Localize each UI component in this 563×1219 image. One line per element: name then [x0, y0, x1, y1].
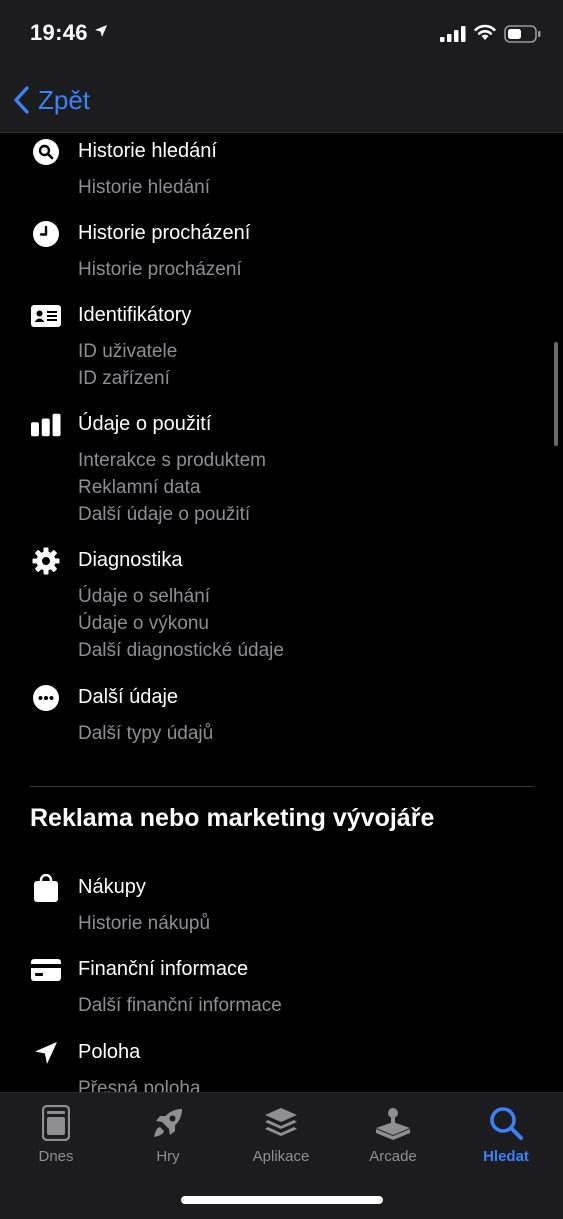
tab-search[interactable]: Hledat — [450, 1093, 562, 1183]
location-icon — [31, 1038, 61, 1068]
tab-label: Aplikace — [252, 1148, 310, 1165]
data-type-item: ID zařízení — [78, 368, 170, 389]
category-title: Poloha — [78, 1041, 141, 1063]
data-type-item: Další finanční informace — [78, 995, 282, 1016]
category-title: Další údaje — [78, 686, 179, 708]
battery-icon — [504, 25, 541, 43]
search-icon — [486, 1103, 526, 1143]
category-title: Údaje o použití — [78, 413, 212, 435]
category-title: Nákupy — [78, 876, 146, 898]
data-type-item: Další diagnostické údaje — [78, 640, 284, 661]
category-title: Identifikátory — [78, 304, 192, 326]
data-type-item: Údaje o výkonu — [78, 613, 209, 634]
tab-today[interactable]: Dnes — [0, 1093, 112, 1183]
ellipsis-icon — [31, 683, 61, 713]
clock-icon — [31, 219, 61, 249]
data-type-item: Historie hledání — [78, 177, 211, 198]
data-type-item: Interakce s produktem — [78, 450, 266, 471]
tab-games[interactable]: Hry — [112, 1093, 224, 1183]
status-bar: 19:46 — [0, 0, 563, 70]
data-type-item: ID uživatele — [78, 341, 178, 362]
chevron-left-icon — [14, 86, 29, 114]
clock-time: 19:46 — [30, 20, 88, 45]
tab-label: Hry — [156, 1148, 180, 1165]
data-type-item: Historie procházení — [78, 259, 242, 280]
home-indicator[interactable] — [181, 1196, 383, 1204]
section-title: Reklama nebo marketing vývojáře — [30, 804, 435, 832]
rocket-icon — [148, 1103, 188, 1143]
joystick-icon — [373, 1103, 413, 1143]
wifi-icon — [474, 24, 496, 40]
category-title: Finanční informace — [78, 958, 249, 980]
gear-icon — [31, 546, 61, 576]
back-label: Zpět — [38, 84, 91, 115]
tab-label: Dnes — [38, 1148, 74, 1165]
data-type-item: Reklamní data — [78, 477, 201, 498]
location-arrow-icon — [95, 25, 107, 37]
tab-label: Hledat — [483, 1148, 529, 1165]
tab-apps[interactable]: Aplikace — [225, 1093, 337, 1183]
back-button[interactable]: Zpět — [12, 84, 90, 116]
data-type-item: Další typy údajů — [78, 723, 214, 744]
category-title: Historie procházení — [78, 222, 251, 244]
tab-arcade[interactable]: Arcade — [337, 1093, 449, 1183]
today-icon — [36, 1103, 76, 1143]
cellular-signal-icon — [440, 26, 466, 42]
data-type-item: Údaje o selhání — [78, 586, 211, 607]
data-type-item: Přesná poloha — [78, 1078, 201, 1092]
category-title: Diagnostika — [78, 549, 183, 571]
scroll-indicator[interactable] — [554, 342, 558, 446]
data-type-item: Historie nákupů — [78, 913, 211, 934]
tab-label: Arcade — [369, 1148, 417, 1165]
search-icon — [31, 137, 61, 167]
bar-chart-icon — [31, 410, 61, 440]
navigation-bar: Zpět — [0, 70, 563, 133]
bag-icon — [31, 873, 61, 903]
category-title: Historie hledání — [78, 140, 217, 162]
id-card-icon — [31, 301, 61, 331]
data-type-item: Další údaje o použití — [78, 504, 251, 525]
section-divider — [30, 786, 534, 787]
credit-card-icon — [31, 955, 61, 985]
apps-stack-icon — [261, 1103, 301, 1143]
privacy-details-list[interactable]: Historie hledání Historie hledání Histor… — [0, 133, 563, 1092]
